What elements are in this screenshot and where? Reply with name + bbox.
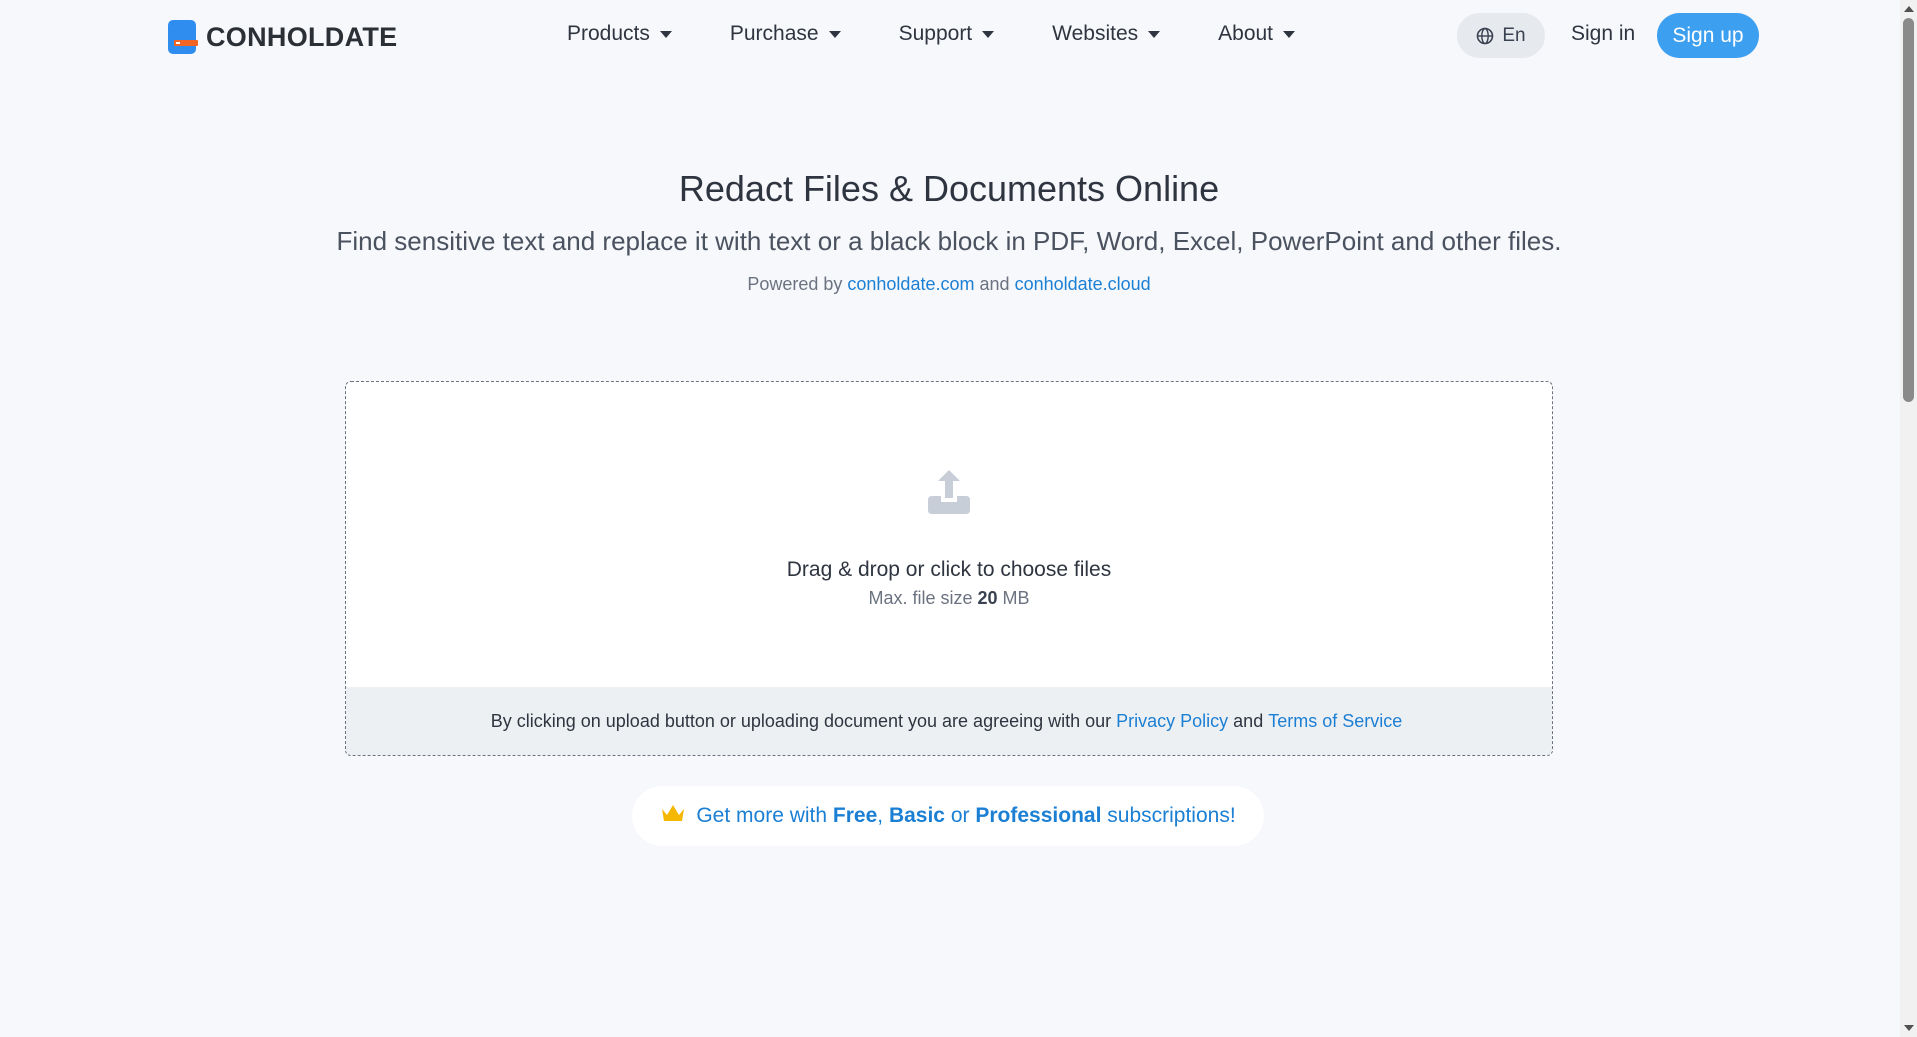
conholdate-cloud-link[interactable]: conholdate.cloud (1015, 274, 1151, 294)
promo-comma: , (877, 804, 884, 827)
scrollbar-thumb[interactable] (1903, 18, 1914, 402)
terms-notice: By clicking on upload button or uploadin… (346, 687, 1552, 755)
header: CONHOLDATE Products Purchase Support Web… (0, 0, 1898, 72)
page-title: Redact Files & Documents Online (678, 168, 1220, 209)
promo-basic: Basic (888, 804, 945, 827)
nav-about[interactable]: About (1218, 22, 1296, 46)
language-selector[interactable]: En (1457, 13, 1545, 58)
terms-of-service-link[interactable]: Terms of Service (1268, 711, 1402, 732)
scroll-up-arrow-icon[interactable] (1904, 6, 1914, 12)
caret-down-icon (659, 30, 672, 38)
upload-area[interactable]: Drag & drop or click to choose files Max… (346, 382, 1552, 687)
globe-icon (1477, 27, 1494, 44)
sign-up-button[interactable]: Sign up (1657, 13, 1759, 58)
agree-text: By clicking on upload button or uploadin… (490, 710, 1112, 731)
nav-support-label: Support (898, 22, 973, 45)
conholdate-logo-icon (168, 20, 200, 54)
language-label: En (1502, 24, 1526, 46)
caret-down-icon (1148, 30, 1161, 38)
powered-and: and (979, 274, 1010, 294)
promo-or: or (950, 804, 970, 827)
nav-purchase-label: Purchase (729, 22, 819, 45)
promo-prefix: Get more with (696, 804, 828, 827)
logo[interactable]: CONHOLDATE (168, 20, 398, 54)
promo-professional: Professional (975, 804, 1102, 827)
caret-down-icon (1283, 30, 1296, 38)
size-unit: MB (1002, 588, 1030, 608)
nav-websites-label: Websites (1052, 22, 1139, 45)
powered-by: Powered by conholdate.com and conholdate… (0, 274, 1898, 295)
upload-icon (926, 468, 972, 521)
caret-down-icon (828, 30, 841, 38)
nav-products[interactable]: Products (567, 22, 672, 46)
caret-down-icon (982, 30, 995, 38)
file-dropzone: Drag & drop or click to choose files Max… (345, 381, 1553, 756)
scroll-down-arrow-icon[interactable] (1904, 1025, 1914, 1031)
sign-in-link[interactable]: Sign in (1571, 22, 1635, 46)
max-file-size: Max. file size 20 MB (346, 588, 1552, 609)
powered-prefix: Powered by (747, 274, 843, 294)
page-subtitle: Find sensitive text and replace it with … (336, 226, 1562, 256)
conholdate-com-link[interactable]: conholdate.com (847, 274, 974, 294)
size-value: 20 (977, 588, 998, 608)
privacy-policy-link[interactable]: Privacy Policy (1116, 711, 1228, 732)
logo-text: CONHOLDATE (206, 21, 398, 52)
drop-instruction: Drag & drop or click to choose files (786, 558, 1112, 581)
nav-about-label: About (1218, 22, 1274, 45)
promo-suffix: subscriptions! (1107, 804, 1236, 827)
nav-support[interactable]: Support (899, 22, 995, 46)
nav-purchase[interactable]: Purchase (730, 22, 841, 46)
promo-free: Free (832, 804, 878, 827)
crown-icon (660, 803, 686, 829)
vertical-scrollbar[interactable] (1900, 0, 1917, 1037)
page: CONHOLDATE Products Purchase Support Web… (0, 0, 1898, 1037)
subscription-promo[interactable]: Get more with Free, Basic or Professiona… (632, 786, 1264, 846)
nav-websites[interactable]: Websites (1052, 22, 1161, 46)
main-nav: Products Purchase Support Websites About (567, 22, 1353, 46)
nav-products-label: Products (567, 22, 650, 45)
agree-and: and (1233, 710, 1264, 731)
size-prefix: Max. file size (868, 588, 973, 608)
